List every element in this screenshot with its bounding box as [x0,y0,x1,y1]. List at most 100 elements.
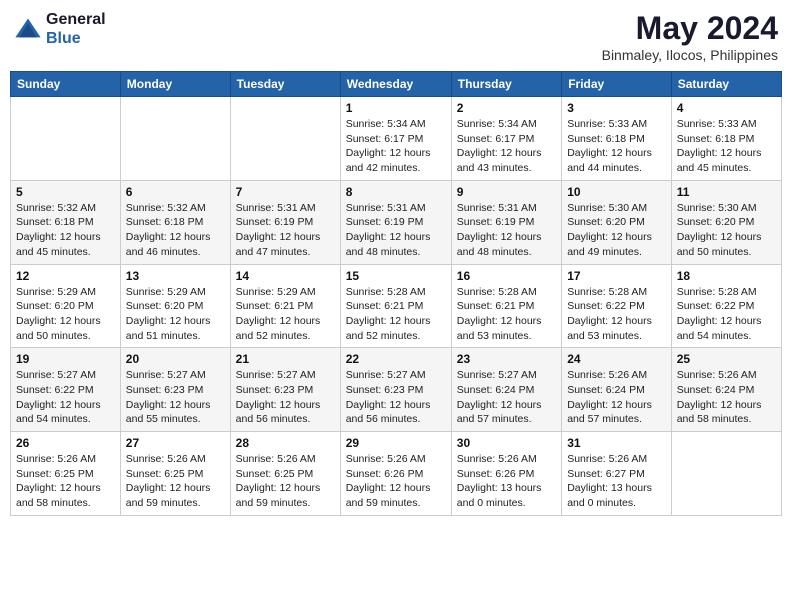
calendar-cell: 1Sunrise: 5:34 AM Sunset: 6:17 PM Daylig… [340,97,451,181]
title-block: May 2024 Binmaley, Ilocos, Philippines [602,10,778,63]
calendar-cell: 23 Sunrise: 5:27 AM Sunset: 6:24 PM Dayli… [451,348,561,432]
day-number: 7 [236,185,335,199]
day-number: 27 [126,436,225,450]
day-info: Sunrise: 5:28 AM Sunset: 6:21 PM Dayligh… [346,285,446,344]
calendar-table: Sunday Monday Tuesday Wednesday Thursday… [10,71,782,516]
calendar-cell: 9 Sunrise: 5:31 AM Sunset: 6:19 PM Daylig… [451,180,561,264]
day-info: Sunrise: 5:32 AM Sunset: 6:18 PM Dayligh… [126,201,225,260]
day-info: Sunrise: 5:32 AM Sunset: 6:18 PM Dayligh… [16,201,115,260]
day-number: 4 [677,101,776,115]
header-thursday: Thursday [451,72,561,97]
day-number: 3 [567,101,666,115]
calendar-cell: 8Sunrise: 5:31 AM Sunset: 6:19 PM Daylig… [340,180,451,264]
calendar-cell: 22Sunrise: 5:27 AM Sunset: 6:23 PM Dayli… [340,348,451,432]
day-number: 19 [16,352,115,366]
day-info: Sunrise: 5:26 AM Sunset: 6:25 PM Dayligh… [126,452,225,511]
calendar-week-1: 5 Sunrise: 5:32 AM Sunset: 6:18 PM Daylig… [11,180,782,264]
day-number: 25 [677,352,776,366]
day-info: Sunrise: 5:28 AM Sunset: 6:21 PM Dayligh… [457,285,556,344]
calendar-cell: 12Sunrise: 5:29 AM Sunset: 6:20 PM Dayli… [11,264,121,348]
day-info: Sunrise: 5:29 AM Sunset: 6:20 PM Dayligh… [16,285,115,344]
day-number: 16 [457,269,556,283]
calendar-cell: 16 Sunrise: 5:28 AM Sunset: 6:21 PM Dayli… [451,264,561,348]
header-friday: Friday [562,72,672,97]
day-number: 20 [126,352,225,366]
calendar-cell: 21 Sunrise: 5:27 AM Sunset: 6:23 PM Dayli… [230,348,340,432]
header-saturday: Saturday [671,72,781,97]
calendar-cell: 26 Sunrise: 5:26 AM Sunset: 6:25 PM Dayli… [11,432,121,516]
day-info: Sunrise: 5:28 AM Sunset: 6:22 PM Dayligh… [677,285,776,344]
day-info: Sunrise: 5:30 AM Sunset: 6:20 PM Dayligh… [567,201,666,260]
day-number: 18 [677,269,776,283]
day-info: Sunrise: 5:30 AM Sunset: 6:20 PM Dayligh… [677,201,776,260]
calendar-cell [671,432,781,516]
day-info: Sunrise: 5:27 AM Sunset: 6:23 PM Dayligh… [126,368,225,427]
day-info: Sunrise: 5:26 AM Sunset: 6:25 PM Dayligh… [16,452,115,511]
day-info: Sunrise: 5:34 AM Sunset: 6:17 PM Dayligh… [457,117,556,176]
day-info: Sunrise: 5:27 AM Sunset: 6:22 PM Dayligh… [16,368,115,427]
calendar-week-3: 19 Sunrise: 5:27 AM Sunset: 6:22 PM Dayli… [11,348,782,432]
day-number: 2 [457,101,556,115]
day-number: 15 [346,269,446,283]
day-info: Sunrise: 5:26 AM Sunset: 6:24 PM Dayligh… [677,368,776,427]
day-number: 23 [457,352,556,366]
weekday-header-row: Sunday Monday Tuesday Wednesday Thursday… [11,72,782,97]
calendar-cell: 18 Sunrise: 5:28 AM Sunset: 6:22 PM Dayli… [671,264,781,348]
day-info: Sunrise: 5:26 AM Sunset: 6:25 PM Dayligh… [236,452,335,511]
calendar-cell: 7 Sunrise: 5:31 AM Sunset: 6:19 PM Daylig… [230,180,340,264]
day-info: Sunrise: 5:29 AM Sunset: 6:20 PM Dayligh… [126,285,225,344]
header-tuesday: Tuesday [230,72,340,97]
day-number: 22 [346,352,446,366]
day-number: 29 [346,436,446,450]
calendar-cell: 13 Sunrise: 5:29 AM Sunset: 6:20 PM Dayli… [120,264,230,348]
day-info: Sunrise: 5:31 AM Sunset: 6:19 PM Dayligh… [236,201,335,260]
calendar-cell: 3 Sunrise: 5:33 AM Sunset: 6:18 PM Daylig… [562,97,672,181]
day-number: 13 [126,269,225,283]
day-number: 28 [236,436,335,450]
day-info: Sunrise: 5:27 AM Sunset: 6:23 PM Dayligh… [236,368,335,427]
calendar-cell: 4 Sunrise: 5:33 AM Sunset: 6:18 PM Daylig… [671,97,781,181]
calendar-cell [230,97,340,181]
calendar-cell: 17Sunrise: 5:28 AM Sunset: 6:22 PM Dayli… [562,264,672,348]
day-number: 24 [567,352,666,366]
day-number: 30 [457,436,556,450]
day-number: 5 [16,185,115,199]
calendar-cell: 11Sunrise: 5:30 AM Sunset: 6:20 PM Dayli… [671,180,781,264]
month-year: May 2024 [602,10,778,47]
header-wednesday: Wednesday [340,72,451,97]
day-info: Sunrise: 5:26 AM Sunset: 6:26 PM Dayligh… [457,452,556,511]
header-monday: Monday [120,72,230,97]
day-info: Sunrise: 5:29 AM Sunset: 6:21 PM Dayligh… [236,285,335,344]
day-info: Sunrise: 5:26 AM Sunset: 6:24 PM Dayligh… [567,368,666,427]
day-number: 26 [16,436,115,450]
day-number: 31 [567,436,666,450]
page-header: General Blue May 2024 Binmaley, Ilocos, … [10,10,782,63]
day-number: 1 [346,101,446,115]
calendar-week-2: 12Sunrise: 5:29 AM Sunset: 6:20 PM Dayli… [11,264,782,348]
day-number: 17 [567,269,666,283]
calendar-cell: 5 Sunrise: 5:32 AM Sunset: 6:18 PM Daylig… [11,180,121,264]
logo-icon [14,15,42,43]
calendar-cell: 27 Sunrise: 5:26 AM Sunset: 6:25 PM Dayli… [120,432,230,516]
calendar-cell: 29Sunrise: 5:26 AM Sunset: 6:26 PM Dayli… [340,432,451,516]
calendar-cell: 25 Sunrise: 5:26 AM Sunset: 6:24 PM Dayli… [671,348,781,432]
calendar-cell: 30 Sunrise: 5:26 AM Sunset: 6:26 PM Dayli… [451,432,561,516]
day-number: 14 [236,269,335,283]
calendar-cell: 10Sunrise: 5:30 AM Sunset: 6:20 PM Dayli… [562,180,672,264]
day-info: Sunrise: 5:27 AM Sunset: 6:24 PM Dayligh… [457,368,556,427]
calendar-cell: 24 Sunrise: 5:26 AM Sunset: 6:24 PM Dayli… [562,348,672,432]
day-info: Sunrise: 5:31 AM Sunset: 6:19 PM Dayligh… [457,201,556,260]
calendar-cell [11,97,121,181]
header-sunday: Sunday [11,72,121,97]
day-info: Sunrise: 5:33 AM Sunset: 6:18 PM Dayligh… [567,117,666,176]
day-number: 9 [457,185,556,199]
logo: General Blue [14,10,106,48]
calendar-week-0: 1 Sunrise: 5:34 AM Sunset: 6:17 PM Daylig… [11,97,782,181]
logo-line2: Blue [46,29,106,48]
day-number: 8 [346,185,446,199]
day-number: 21 [236,352,335,366]
logo-line1: General [46,10,106,29]
day-info: Sunrise: 5:33 AM Sunset: 6:18 PM Dayligh… [677,117,776,176]
calendar-cell: 31Sunrise: 5:26 AM Sunset: 6:27 PM Dayli… [562,432,672,516]
calendar-cell: 28 Sunrise: 5:26 AM Sunset: 6:25 PM Dayli… [230,432,340,516]
